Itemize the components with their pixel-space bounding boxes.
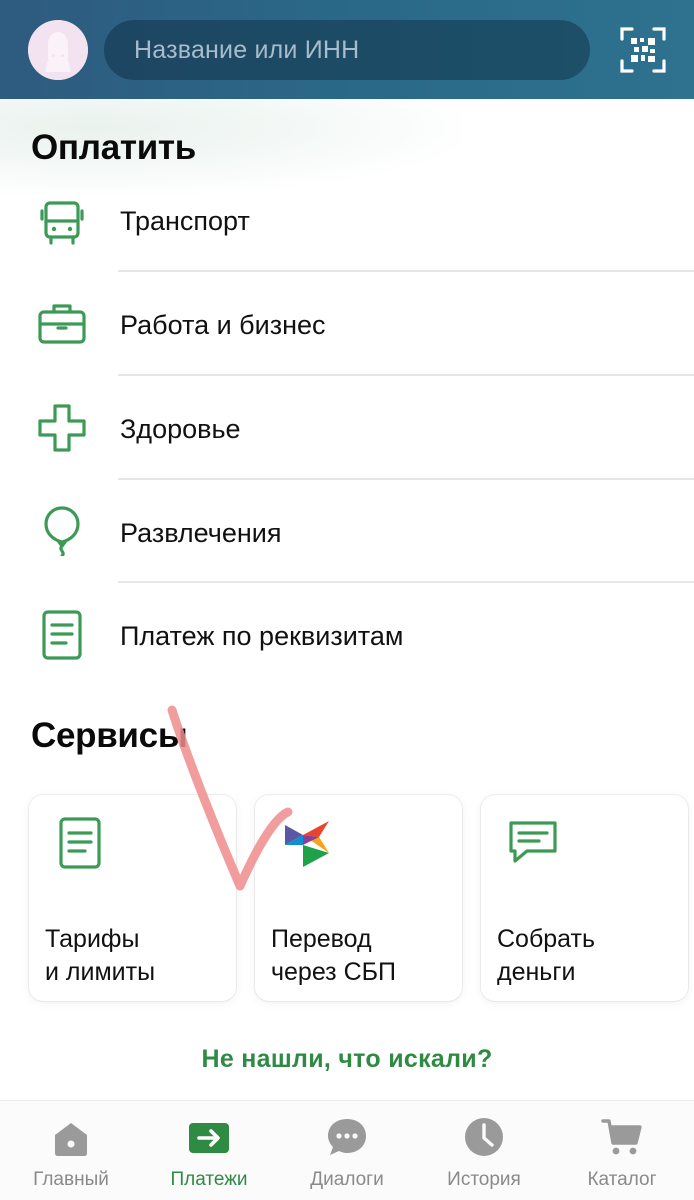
pay-item-label: Работа и бизнес bbox=[120, 310, 326, 340]
document-icon bbox=[42, 610, 82, 660]
balloon-icon bbox=[44, 506, 80, 556]
pay-item-business[interactable]: Работа и бизнес bbox=[0, 274, 694, 378]
pay-item-label: Развлечения bbox=[120, 518, 282, 548]
tab-label: Платежи bbox=[170, 1169, 248, 1190]
cart-icon bbox=[601, 1119, 642, 1155]
briefcase-icon bbox=[38, 304, 86, 344]
service-card-label: Собрать деньги bbox=[497, 925, 596, 986]
checkmark-annotation-icon bbox=[167, 705, 293, 891]
medical-cross-icon bbox=[38, 404, 86, 452]
chat-bubble-icon bbox=[509, 821, 557, 863]
service-card-label: Перевод через СБП bbox=[271, 925, 397, 986]
pay-item-label: Здоровье bbox=[120, 414, 241, 444]
tab-payments[interactable]: Платежи bbox=[140, 1101, 278, 1200]
pay-item-requisites[interactable]: Платеж по реквизитам bbox=[0, 585, 694, 689]
not-found-link[interactable]: Не нашли, что искали? bbox=[0, 1045, 694, 1074]
search-input[interactable]: Название или ИНН bbox=[104, 20, 590, 80]
document-icon bbox=[59, 817, 101, 869]
tab-label: Каталог bbox=[587, 1169, 657, 1190]
tab-home[interactable]: Главный bbox=[2, 1101, 140, 1200]
home-icon bbox=[55, 1123, 87, 1156]
search-placeholder: Название или ИНН bbox=[134, 35, 360, 64]
pay-item-health[interactable]: Здоровье bbox=[0, 378, 694, 482]
tab-dialogs[interactable]: Диалоги bbox=[278, 1101, 416, 1200]
payment-arrow-icon bbox=[189, 1123, 229, 1153]
pay-item-entertainment[interactable]: Развлечения bbox=[0, 482, 694, 586]
clock-icon bbox=[465, 1118, 503, 1156]
service-card-label: Тарифы и лимиты bbox=[45, 925, 156, 986]
bottom-tab-bar: Главный Платежи Диалоги История Каталог bbox=[0, 1100, 694, 1200]
divider bbox=[118, 478, 694, 480]
pay-item-label: Транспорт bbox=[120, 206, 250, 236]
bus-icon bbox=[40, 201, 84, 245]
payments-screen: Название или ИНН Оплатить Транспорт Рабо… bbox=[0, 0, 694, 1200]
user-silhouette-icon bbox=[28, 20, 88, 80]
avatar[interactable] bbox=[28, 20, 88, 80]
top-header: Название или ИНН bbox=[0, 0, 694, 99]
divider bbox=[118, 581, 694, 583]
tab-label: Главный bbox=[33, 1169, 109, 1190]
pay-item-label: Платеж по реквизитам bbox=[120, 621, 404, 651]
chat-dots-icon bbox=[328, 1119, 366, 1155]
qr-scan-icon bbox=[620, 27, 666, 73]
pay-item-transport[interactable]: Транспорт bbox=[0, 170, 694, 274]
tab-catalog[interactable]: Каталог bbox=[553, 1101, 691, 1200]
tab-label: История bbox=[447, 1169, 521, 1190]
qr-scanner-button[interactable] bbox=[620, 27, 666, 73]
tab-label: Диалоги bbox=[310, 1169, 384, 1190]
tab-history[interactable]: История bbox=[415, 1101, 553, 1200]
service-card-collect-money[interactable]: Собрать деньги bbox=[481, 795, 688, 1001]
divider bbox=[118, 374, 694, 376]
pay-section-title: Оплатить bbox=[31, 128, 196, 167]
divider bbox=[118, 270, 694, 272]
